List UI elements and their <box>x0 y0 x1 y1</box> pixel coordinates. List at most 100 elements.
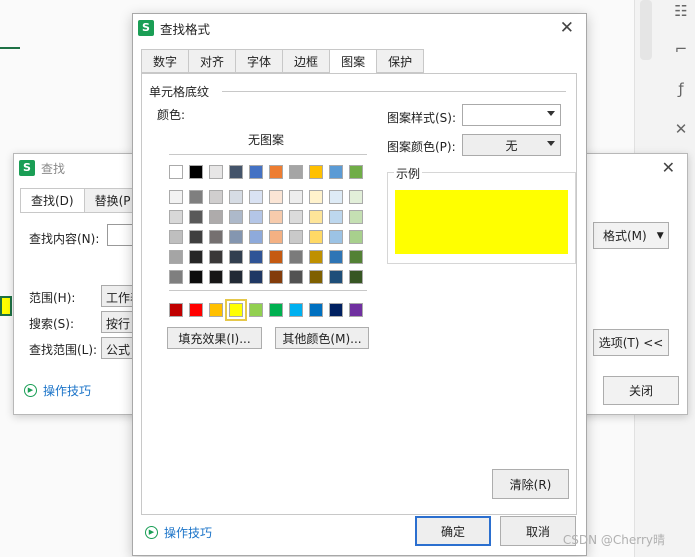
scrollbar[interactable] <box>640 0 652 60</box>
color-swatch[interactable] <box>249 230 263 244</box>
color-swatch[interactable] <box>349 230 363 244</box>
color-swatch[interactable] <box>189 210 203 224</box>
color-swatch[interactable] <box>249 210 263 224</box>
color-swatch[interactable] <box>209 210 223 224</box>
selected-cell[interactable] <box>0 296 12 316</box>
color-swatch[interactable] <box>309 270 323 284</box>
color-swatch[interactable] <box>269 165 283 179</box>
options-button[interactable]: 选项(T) << <box>593 329 669 356</box>
color-swatch[interactable] <box>229 270 243 284</box>
color-swatch[interactable] <box>189 190 203 204</box>
color-swatch[interactable] <box>249 303 263 317</box>
color-swatch[interactable] <box>169 250 183 264</box>
color-swatch[interactable] <box>269 250 283 264</box>
tips-link[interactable]: ▶ 操作技巧 <box>24 382 91 399</box>
color-swatch[interactable] <box>189 270 203 284</box>
color-swatch[interactable] <box>289 230 303 244</box>
tab-border[interactable]: 边框 <box>283 49 331 73</box>
color-swatch[interactable] <box>269 303 283 317</box>
color-swatch[interactable] <box>329 165 343 179</box>
no-pattern-option[interactable]: 无图案 <box>248 131 284 148</box>
tools-icon[interactable]: ✕ <box>672 120 690 138</box>
color-swatch[interactable] <box>209 165 223 179</box>
color-swatch[interactable] <box>309 230 323 244</box>
tab-number[interactable]: 数字 <box>141 49 190 73</box>
search-select[interactable]: 按行 <box>101 311 135 333</box>
color-swatch[interactable] <box>189 250 203 264</box>
color-swatch[interactable] <box>309 250 323 264</box>
color-swatch[interactable] <box>349 165 363 179</box>
color-swatch[interactable] <box>229 230 243 244</box>
close-button[interactable]: 关闭 <box>603 376 679 405</box>
tab-font[interactable]: 字体 <box>236 49 284 73</box>
pattern-color-select[interactable]: 无 <box>462 134 561 156</box>
color-swatch[interactable] <box>329 230 343 244</box>
pattern-style-select[interactable] <box>462 104 561 126</box>
color-swatch[interactable] <box>209 230 223 244</box>
color-swatch[interactable] <box>329 303 343 317</box>
color-swatch[interactable] <box>169 303 183 317</box>
color-swatch[interactable] <box>249 250 263 264</box>
color-swatch[interactable] <box>269 210 283 224</box>
color-swatch[interactable] <box>329 250 343 264</box>
crop-icon[interactable]: ⌐ <box>672 40 690 58</box>
filter-icon[interactable]: ☷ <box>672 2 690 20</box>
color-swatch[interactable] <box>249 165 263 179</box>
color-swatch[interactable] <box>289 190 303 204</box>
fill-effects-button[interactable]: 填充效果(I)... <box>167 327 262 349</box>
formula-icon[interactable]: ƒ <box>672 80 690 98</box>
color-swatch[interactable] <box>329 210 343 224</box>
color-swatch[interactable] <box>209 270 223 284</box>
close-icon[interactable]: ✕ <box>560 18 574 38</box>
color-swatch[interactable] <box>349 303 363 317</box>
color-swatch[interactable] <box>269 270 283 284</box>
tips-link[interactable]: ▶ 操作技巧 <box>145 524 212 541</box>
color-swatch[interactable] <box>309 165 323 179</box>
color-swatch[interactable] <box>349 190 363 204</box>
color-swatch[interactable] <box>249 190 263 204</box>
color-swatch[interactable] <box>169 190 183 204</box>
more-colors-button[interactable]: 其他颜色(M)... <box>275 327 369 349</box>
color-swatch[interactable] <box>209 190 223 204</box>
color-swatch[interactable] <box>189 165 203 179</box>
color-swatch[interactable] <box>169 165 183 179</box>
color-swatch[interactable] <box>209 250 223 264</box>
color-swatch[interactable] <box>289 210 303 224</box>
scope-select[interactable]: 工作表 <box>101 285 135 307</box>
color-swatch[interactable] <box>189 230 203 244</box>
color-swatch[interactable] <box>289 303 303 317</box>
color-swatch[interactable] <box>169 270 183 284</box>
color-swatch[interactable] <box>229 250 243 264</box>
color-swatch[interactable] <box>209 303 223 317</box>
color-swatch[interactable] <box>309 210 323 224</box>
color-swatch[interactable] <box>169 210 183 224</box>
color-swatch[interactable] <box>349 270 363 284</box>
clear-button[interactable]: 清除(R) <box>492 469 569 499</box>
color-swatch[interactable] <box>269 230 283 244</box>
color-swatch[interactable] <box>249 270 263 284</box>
color-swatch[interactable] <box>269 190 283 204</box>
color-swatch[interactable] <box>329 270 343 284</box>
color-swatch[interactable] <box>225 299 247 321</box>
lookin-select[interactable]: 公式 <box>101 337 135 359</box>
color-swatch[interactable] <box>229 190 243 204</box>
color-swatch[interactable] <box>289 270 303 284</box>
color-swatch[interactable] <box>289 165 303 179</box>
color-swatch[interactable] <box>229 165 243 179</box>
color-swatch[interactable] <box>309 303 323 317</box>
tab-alignment[interactable]: 对齐 <box>189 49 237 73</box>
close-icon[interactable]: ✕ <box>662 158 675 177</box>
color-swatch[interactable] <box>349 210 363 224</box>
color-swatch[interactable] <box>329 190 343 204</box>
color-swatch[interactable] <box>189 303 203 317</box>
color-swatch[interactable] <box>229 210 243 224</box>
tab-pattern[interactable]: 图案 <box>330 49 378 74</box>
color-swatch[interactable] <box>349 250 363 264</box>
color-swatch[interactable] <box>309 190 323 204</box>
tab-find[interactable]: 查找(D) <box>20 188 85 213</box>
color-swatch[interactable] <box>289 250 303 264</box>
color-swatch[interactable] <box>169 230 183 244</box>
tab-protection[interactable]: 保护 <box>377 49 425 73</box>
format-button[interactable]: 格式(M) ▼ <box>593 222 669 249</box>
ok-button[interactable]: 确定 <box>415 516 491 546</box>
